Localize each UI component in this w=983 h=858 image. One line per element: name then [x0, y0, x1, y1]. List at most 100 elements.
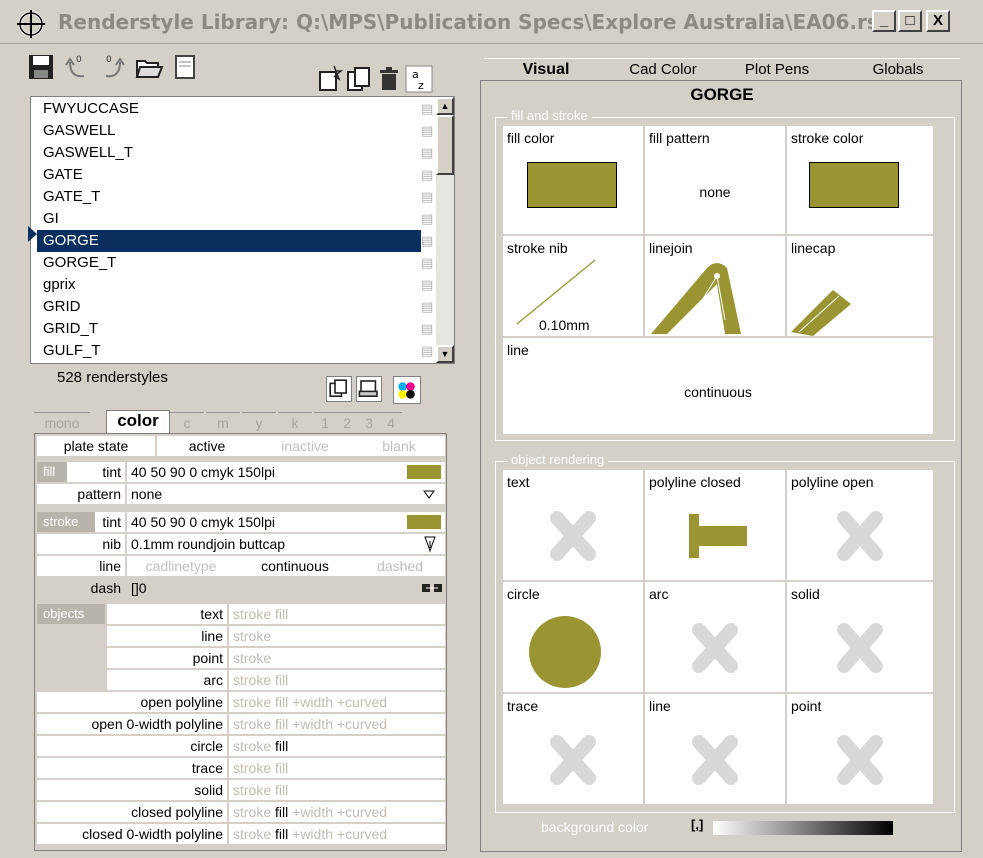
object-render-cell[interactable]: point	[787, 694, 933, 804]
nib-line-icon	[516, 259, 596, 325]
object-render-label: trace	[507, 698, 539, 714]
pen-nib-icon[interactable]	[423, 535, 437, 553]
crosshair-icon[interactable]	[16, 9, 46, 39]
open-folder-icon[interactable]	[134, 52, 164, 82]
object-render-options[interactable]: stroke fill +width +curved	[229, 692, 445, 712]
list-item[interactable]: gprix	[37, 274, 421, 296]
tab-color[interactable]: color	[106, 410, 170, 434]
tab-plate-4[interactable]: 4	[380, 412, 402, 433]
tab-cad-color[interactable]: Cad Color	[608, 58, 718, 80]
undo-icon[interactable]: 0	[62, 52, 92, 82]
color-plates-icon[interactable]	[393, 376, 421, 404]
stroke-tint-swatch[interactable]	[407, 515, 441, 529]
object-render-options[interactable]: stroke fill	[229, 758, 445, 778]
list-item[interactable]: GRID	[37, 296, 421, 318]
maximize-button[interactable]: □	[898, 10, 922, 32]
tab-visual[interactable]: Visual	[484, 58, 608, 80]
fill-tint-value[interactable]: 40 50 90 0 cmyk 150lpi	[127, 462, 445, 482]
copy-style-icon[interactable]	[344, 64, 372, 92]
object-render-options[interactable]: stroke	[229, 626, 445, 646]
line-dashed-option[interactable]: dashed	[355, 556, 445, 576]
tab-plate-m[interactable]: m	[206, 412, 240, 433]
object-render-cell[interactable]: arc	[645, 582, 785, 692]
title-bar[interactable]: Renderstyle Library: Q:\MPS\Publication …	[0, 0, 983, 44]
renderstyle-list[interactable]: FWYUCCASE ▤ ⌂ GASWELL ▤ ⌂ GASWELL_T ▤ ⌂ GATE ▤ …	[30, 96, 455, 364]
object-render-options[interactable]: stroke fill	[229, 736, 445, 756]
object-render-cell[interactable]: line	[645, 694, 785, 804]
trash-icon[interactable]	[374, 64, 402, 92]
object-render-cell[interactable]: polyline closed	[645, 470, 785, 580]
stroke-nib-cell[interactable]: stroke nib 0.10mm	[503, 236, 643, 336]
svg-text:0: 0	[76, 55, 82, 65]
dropdown-icon[interactable]	[423, 490, 435, 499]
fill-color-cell[interactable]: fill color	[503, 126, 643, 234]
tab-plate-2[interactable]: 2	[336, 412, 358, 433]
list-item[interactable]: GULF_T	[37, 340, 421, 362]
print-preview-icon[interactable]	[356, 376, 382, 402]
list-item[interactable]: FWYUCCASE	[37, 98, 421, 120]
linecap-cell[interactable]: linecap	[787, 236, 933, 336]
close-button[interactable]: X	[926, 10, 950, 32]
stroke-tint-value[interactable]: 40 50 90 0 cmyk 150lpi	[127, 512, 445, 532]
line-continuous-option[interactable]: continuous	[235, 556, 355, 576]
document-icon[interactable]	[170, 52, 200, 82]
fill-pattern-cell[interactable]: fill pattern none	[645, 126, 785, 234]
object-render-options[interactable]: stroke fill	[229, 604, 445, 624]
list-item[interactable]: GORGE	[37, 230, 421, 252]
tab-plate-3[interactable]: 3	[358, 412, 380, 433]
stroke-color-swatch[interactable]	[809, 162, 899, 208]
fill-color-swatch[interactable]	[527, 162, 617, 208]
object-render-cell[interactable]: text	[503, 470, 643, 580]
list-item[interactable]: GRID_T	[37, 318, 421, 340]
save-icon[interactable]	[26, 52, 56, 82]
tab-plate-c[interactable]: c	[170, 412, 204, 433]
tab-mono[interactable]: mono	[34, 412, 90, 433]
redo-icon[interactable]: 0	[98, 52, 128, 82]
object-render-cell[interactable]: polyline open	[787, 470, 933, 580]
object-render-options[interactable]: stroke fill +width +curved	[229, 824, 445, 844]
new-style-icon[interactable]	[314, 64, 344, 92]
sort-az-icon[interactable]: az	[404, 64, 433, 93]
tab-plate-y[interactable]: y	[242, 412, 276, 433]
object-type-label: open polyline	[37, 692, 227, 712]
dash-arrows-icon[interactable]	[421, 583, 443, 593]
object-render-cell[interactable]: solid	[787, 582, 933, 692]
fill-tint-swatch[interactable]	[407, 465, 441, 479]
nib-value[interactable]: 0.1mm roundjoin buttcap	[127, 534, 445, 554]
object-render-options[interactable]: stroke fill +width +curved	[229, 802, 445, 822]
list-item[interactable]: GASWELL_T	[37, 142, 421, 164]
tab-globals[interactable]: Globals	[836, 58, 960, 80]
list-item[interactable]: GI	[37, 208, 421, 230]
stroke-color-cell[interactable]: stroke color	[787, 126, 933, 234]
list-item[interactable]: GATE	[37, 164, 421, 186]
plate-inactive-option[interactable]: inactive	[257, 436, 353, 456]
pattern-select[interactable]: none	[127, 484, 445, 504]
duplicate-icon[interactable]	[326, 376, 352, 402]
current-marker-icon	[28, 226, 37, 242]
scroll-down-icon[interactable]: ▼	[436, 345, 454, 363]
dash-value[interactable]: []0	[127, 578, 445, 598]
object-render-options[interactable]: stroke fill	[229, 670, 445, 690]
object-render-options[interactable]: stroke	[229, 648, 445, 668]
object-render-cell[interactable]: trace	[503, 694, 643, 804]
list-item[interactable]: GORGE_T	[37, 252, 421, 274]
linejoin-cell[interactable]: linejoin	[645, 236, 785, 336]
list-item[interactable]: GATE_T	[37, 186, 421, 208]
line-cell[interactable]: line continuous	[503, 338, 933, 434]
scroll-up-icon[interactable]: ▲	[436, 97, 454, 115]
line-cadlinetype-option[interactable]: cadlinetype	[127, 556, 235, 576]
tab-plot-pens[interactable]: Plot Pens	[718, 58, 836, 80]
scroll-thumb[interactable]	[436, 115, 454, 175]
list-item[interactable]: GASWELL	[37, 120, 421, 142]
object-render-cell[interactable]: circle	[503, 582, 643, 692]
object-render-options[interactable]: stroke fill +width +curved	[229, 714, 445, 734]
object-render-options[interactable]: stroke fill	[229, 780, 445, 800]
minimize-button[interactable]: _	[872, 10, 896, 32]
plate-active-option[interactable]: active	[157, 436, 257, 456]
tab-plate-k[interactable]: k	[278, 412, 312, 433]
tab-plate-1[interactable]: 1	[314, 412, 336, 433]
plate-blank-option[interactable]: blank	[353, 436, 445, 456]
disabled-x-icon	[837, 511, 883, 561]
background-color-slider[interactable]	[713, 821, 893, 835]
object-type-label: arc	[107, 670, 227, 690]
